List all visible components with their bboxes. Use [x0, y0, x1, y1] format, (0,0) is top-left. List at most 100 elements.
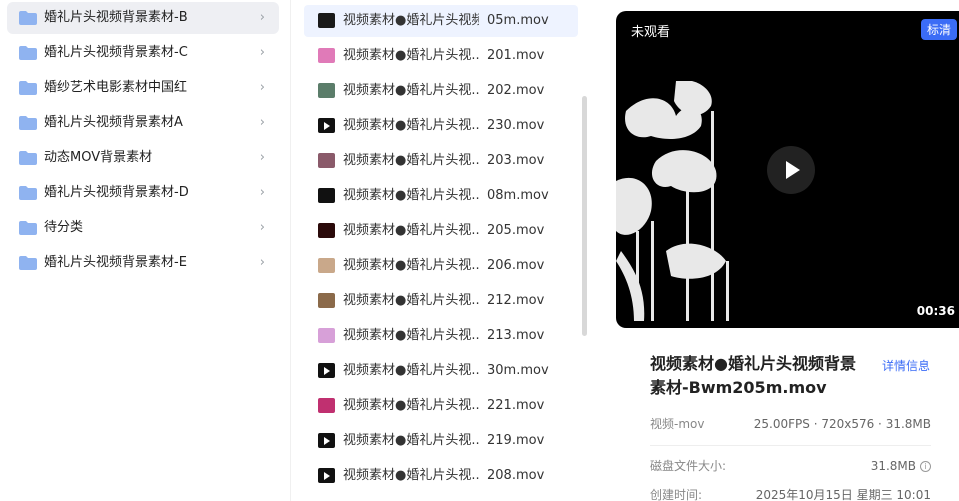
folder-item[interactable]: 婚礼片头视频背景素材-C ›	[7, 37, 279, 69]
file-name: 视频素材●婚礼片头视...	[343, 293, 479, 308]
folder-icon	[19, 46, 37, 60]
flower-silhouette	[616, 81, 729, 321]
meta-type-row: 视频-mov 25.00FPS · 720x576 · 31.8MB	[650, 413, 931, 435]
file-item[interactable]: 视频素材●婚礼片头视... 213.mov	[304, 320, 578, 352]
file-name-suffix: 08m.mov	[487, 188, 549, 203]
file-name-suffix: 219.mov	[487, 433, 545, 448]
chevron-right-icon: ›	[259, 80, 265, 95]
file-item[interactable]: 视频素材●婚礼片头视... 30m.mov	[304, 355, 578, 387]
quality-badge[interactable]: 标清	[920, 19, 957, 40]
file-name: 视频素材●婚礼片头视...	[343, 398, 479, 413]
file-item[interactable]: 视频素材●婚礼片头视... 212.mov	[304, 285, 578, 317]
file-item[interactable]: 视频素材●婚礼片头视... 230.mov	[304, 110, 578, 142]
file-item[interactable]: 视频素材●婚礼片头视... 219.mov	[304, 425, 578, 457]
file-item[interactable]: 视频素材●婚礼片头视... 202.mov	[304, 75, 578, 107]
folder-icon	[19, 186, 37, 200]
file-title: 视频素材●婚礼片头视频背景素材-Bwm205m.mov	[650, 354, 856, 397]
file-name: 视频素材●婚礼片头视...	[343, 433, 479, 448]
file-thumbnail	[318, 363, 335, 378]
file-list: 视频素材●婚礼片头视频 05m.mov 视频素材●婚礼片头视... 201.mov 视频…	[292, 0, 592, 501]
file-name: 视频素材●婚礼片头视...	[343, 363, 479, 378]
chevron-right-icon: ›	[259, 115, 265, 130]
meta-type-value: 25.00FPS · 720x576 · 31.8MB	[753, 417, 931, 431]
meta-created-value: 2025年10月15日 星期三 10:01	[755, 488, 931, 501]
video-duration: 00:36	[916, 304, 955, 318]
file-thumbnail	[318, 433, 335, 448]
folder-icon	[19, 81, 37, 95]
file-name: 视频素材●婚礼片头视...	[343, 153, 479, 168]
folder-label: 婚礼片头视频背景素材-C	[44, 45, 188, 60]
folder-item[interactable]: 婚礼片头视频背景素材-B ›	[7, 2, 279, 34]
file-name-suffix: 30m.mov	[487, 363, 549, 378]
file-thumbnail	[318, 83, 335, 98]
folder-icon	[19, 151, 37, 165]
file-thumbnail	[318, 188, 335, 203]
file-name-suffix: 05m.mov	[487, 13, 549, 28]
file-name-suffix: 202.mov	[487, 83, 545, 98]
folder-item[interactable]: 婚纱艺术电影素材中国红 ›	[7, 72, 279, 104]
file-name-suffix: 205.mov	[487, 223, 545, 238]
file-item[interactable]: 视频素材●婚礼片头视... 221.mov	[304, 390, 578, 422]
info-icon[interactable]: i	[920, 461, 931, 472]
unwatched-label: 未观看	[631, 25, 671, 40]
file-item[interactable]: 视频素材●婚礼片头视... 208.mov	[304, 460, 578, 492]
file-name: 视频素材●婚礼片头视...	[343, 83, 479, 98]
file-thumbnail	[318, 328, 335, 343]
file-name-suffix: 230.mov	[487, 118, 545, 133]
folder-icon	[19, 256, 37, 270]
file-name: 视频素材●婚礼片头视频	[343, 13, 479, 28]
folder-item[interactable]: 婚礼片头视频背景素材-D ›	[7, 177, 279, 209]
file-name: 视频素材●婚礼片头视...	[343, 118, 479, 133]
video-preview[interactable]: 未观看 标清 00:36	[616, 11, 959, 328]
folder-label: 婚礼片头视频背景素材-E	[44, 255, 187, 270]
file-thumbnail	[318, 398, 335, 413]
file-name-suffix: 201.mov	[487, 48, 545, 63]
file-item[interactable]: 视频素材●婚礼片头视... 201.mov	[304, 40, 578, 72]
file-list-scrollbar[interactable]	[582, 96, 587, 336]
folder-label: 婚礼片头视频背景素材A	[44, 115, 183, 130]
file-name-suffix: 212.mov	[487, 293, 545, 308]
folder-item[interactable]: 婚礼片头视频背景素材A ›	[7, 107, 279, 139]
file-name: 视频素材●婚礼片头视...	[343, 48, 479, 63]
play-button[interactable]	[767, 146, 815, 194]
file-thumbnail	[318, 118, 335, 133]
meta-disk-key: 磁盘文件大小:	[650, 459, 727, 473]
file-item[interactable]: 视频素材●婚礼片头视... 08m.mov	[304, 180, 578, 212]
meta-type-key: 视频-mov	[650, 417, 705, 431]
file-thumbnail	[318, 223, 335, 238]
folder-item[interactable]: 动态MOV背景素材 ›	[7, 142, 279, 174]
file-name-suffix: 208.mov	[487, 468, 545, 483]
detail-info-link[interactable]: 详情信息	[882, 357, 930, 374]
file-item[interactable]: 视频素材●婚礼片头视... 205.mov	[304, 215, 578, 247]
chevron-right-icon: ›	[259, 255, 265, 270]
file-item[interactable]: 视频素材●婚礼片头视频 05m.mov	[304, 5, 578, 37]
file-name: 视频素材●婚礼片头视...	[343, 258, 479, 273]
file-thumbnail	[318, 293, 335, 308]
file-name-suffix: 221.mov	[487, 398, 545, 413]
file-thumbnail	[318, 48, 335, 63]
folder-item[interactable]: 待分类 ›	[7, 212, 279, 244]
file-item[interactable]: 视频素材●婚礼片头视... 206.mov	[304, 250, 578, 282]
folder-icon	[19, 11, 37, 25]
file-item[interactable]: 视频素材●婚礼片头视... 203.mov	[304, 145, 578, 177]
file-name: 视频素材●婚礼片头视...	[343, 328, 479, 343]
file-name: 视频素材●婚礼片头视...	[343, 468, 479, 483]
file-thumbnail	[318, 468, 335, 483]
meta-created-key: 创建时间:	[650, 488, 703, 501]
folder-label: 待分类	[44, 220, 84, 235]
chevron-right-icon: ›	[259, 10, 265, 25]
chevron-right-icon: ›	[259, 150, 265, 165]
file-name-suffix: 206.mov	[487, 258, 545, 273]
folder-icon	[19, 116, 37, 130]
folder-icon	[19, 221, 37, 235]
file-name: 视频素材●婚礼片头视...	[343, 188, 479, 203]
folder-label: 动态MOV背景素材	[44, 150, 153, 165]
chevron-right-icon: ›	[259, 45, 265, 60]
meta-divider	[650, 445, 931, 446]
folder-panel: 婚礼片头视频背景素材-B › 婚礼片头视频背景素材-C › 婚纱艺术电影素材中国红 › 婚礼…	[0, 0, 291, 501]
folder-item[interactable]: 婚礼片头视频背景素材-E ›	[7, 247, 279, 279]
folder-label: 婚礼片头视频背景素材-B	[44, 10, 188, 25]
meta-created-row: 创建时间: 2025年10月15日 星期三 10:01	[650, 484, 931, 501]
chevron-right-icon: ›	[259, 185, 265, 200]
meta-disk-value-wrap: 31.8MB i	[871, 455, 931, 477]
